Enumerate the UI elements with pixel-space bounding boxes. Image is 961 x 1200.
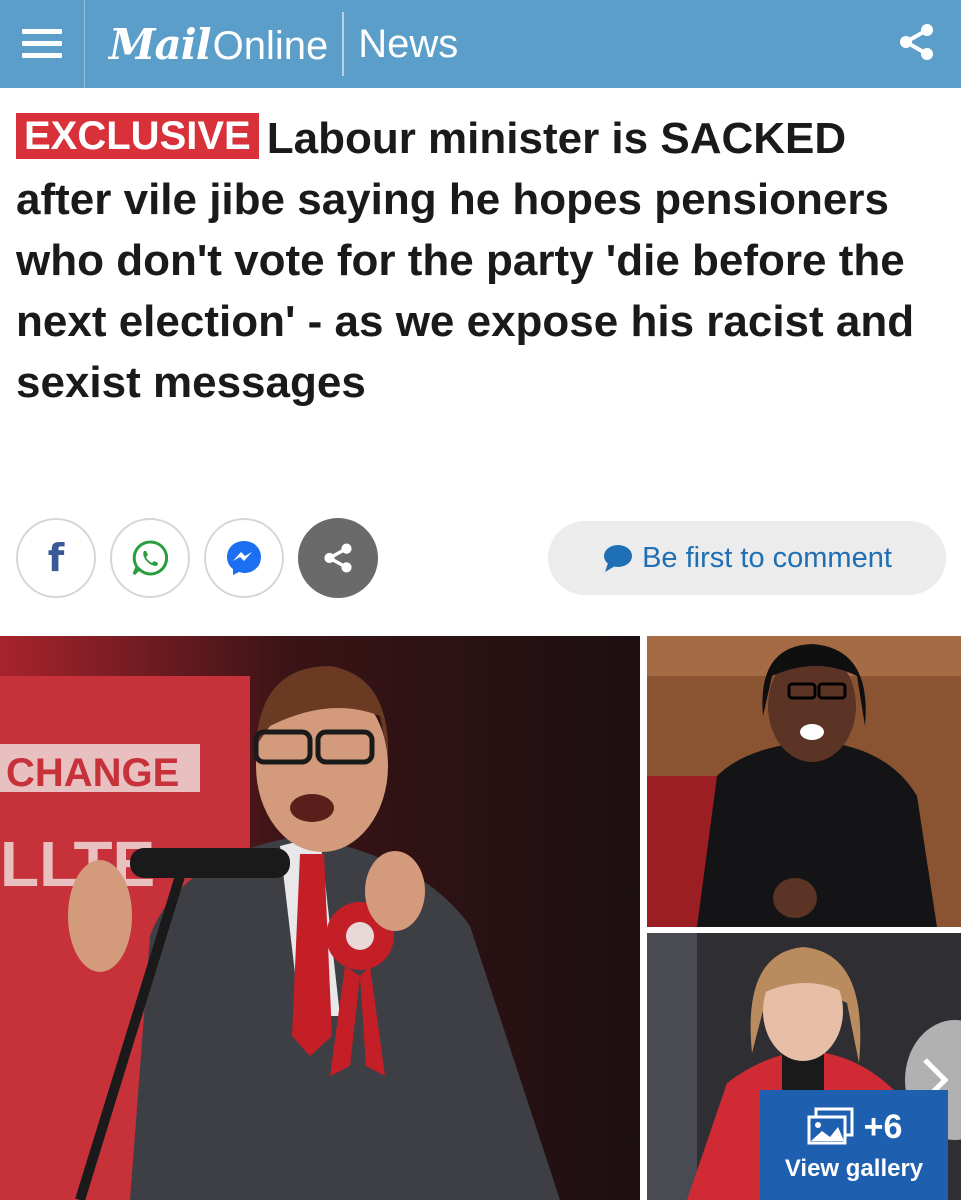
exclusive-badge: EXCLUSIVE [16, 113, 259, 159]
menu-button[interactable] [0, 0, 85, 88]
speaker-photo: CHANGE LLTE [0, 636, 640, 1200]
whatsapp-icon [132, 540, 169, 576]
logo-online-text: Online [212, 23, 329, 68]
article-headline: EXCLUSIVE Labour minister is SACKED after… [16, 108, 946, 413]
gallery-count-row: +6 [806, 1107, 903, 1147]
view-gallery-button[interactable]: +6 View gallery [760, 1090, 948, 1200]
share-icon[interactable] [897, 22, 937, 62]
main-article-image[interactable]: CHANGE LLTE [0, 636, 640, 1200]
comment-label: Be first to comment [642, 541, 892, 574]
whatsapp-share-button[interactable] [110, 518, 190, 598]
more-share-button[interactable] [298, 518, 378, 598]
speech-bubble-icon [604, 545, 633, 572]
section-link-news[interactable]: News [358, 22, 458, 67]
messenger-share-button[interactable] [204, 518, 284, 598]
gallery-count: +6 [863, 1107, 903, 1146]
facebook-share-button[interactable]: f [16, 518, 96, 598]
share-icon [324, 543, 352, 573]
gallery-label: View gallery [784, 1155, 924, 1182]
hamburger-icon [22, 27, 62, 61]
woman-speaking-photo [647, 636, 961, 927]
top-navigation-bar: Mail Online News [0, 0, 961, 88]
logo-mail-text: Mail [109, 19, 212, 69]
site-logo[interactable]: Mail Online [109, 20, 328, 69]
gallery-thumbnail-1[interactable] [647, 636, 961, 927]
header-divider [342, 12, 345, 76]
gallery-icon [807, 1107, 854, 1145]
facebook-icon: f [47, 536, 65, 580]
messenger-icon [227, 541, 261, 575]
banner-text-change: CHANGE [6, 751, 179, 795]
comment-button[interactable]: Be first to comment [548, 521, 946, 595]
